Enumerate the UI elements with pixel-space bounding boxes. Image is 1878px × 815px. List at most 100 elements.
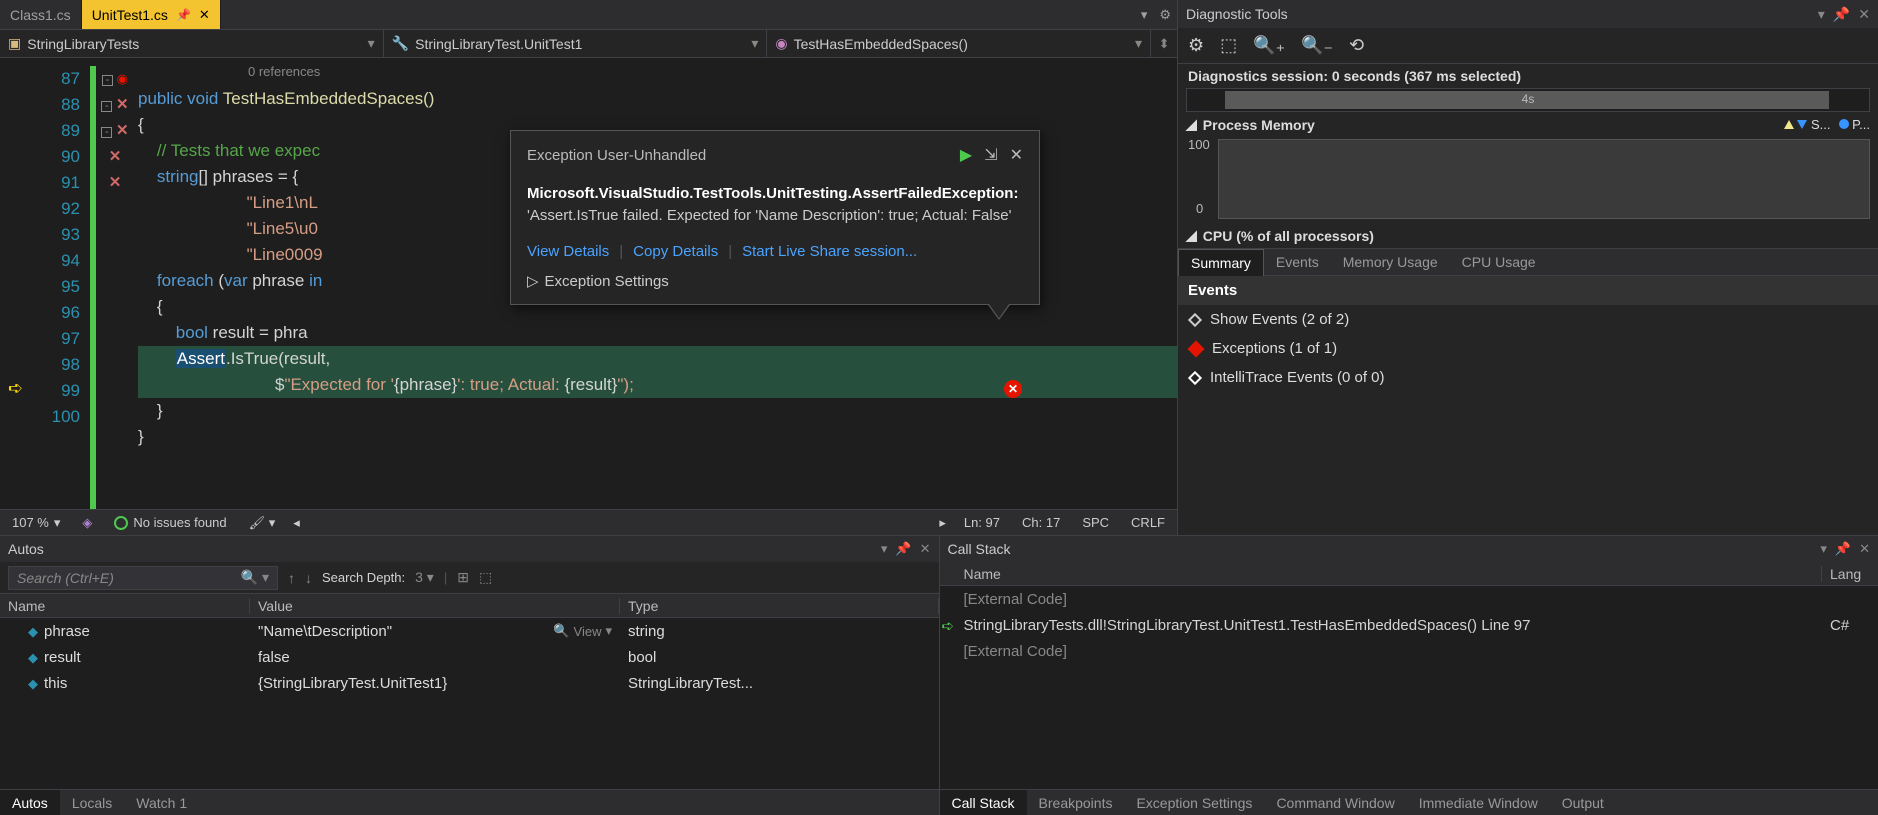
tab-breakpoints[interactable]: Breakpoints — [1027, 790, 1125, 815]
live-share-link[interactable]: Start Live Share session... — [742, 243, 917, 260]
pin-icon[interactable]: 📌 — [895, 541, 911, 557]
nav-namespace-dropdown[interactable]: 🔧 StringLibraryTest.UnitTest1 ▾ — [384, 30, 768, 57]
events-section-header: Events — [1178, 276, 1878, 305]
select-tool-icon[interactable]: ⬚ — [1220, 35, 1237, 56]
tab-events[interactable]: Events — [1264, 249, 1331, 275]
memory-graph[interactable] — [1218, 139, 1870, 219]
view-details-link[interactable]: View Details — [527, 243, 609, 260]
nav-bar: ▣ StringLibraryTests ▾ 🔧 StringLibraryTe… — [0, 30, 1177, 58]
namespace-icon: 🔧 — [392, 35, 409, 52]
reset-zoom-icon[interactable]: ⟲ — [1349, 35, 1364, 56]
close-icon[interactable]: ✕ — [1010, 145, 1023, 165]
exceptions-row[interactable]: Exceptions (1 of 1) — [1178, 334, 1878, 363]
fold-icon[interactable]: - — [102, 75, 113, 86]
format-icon[interactable]: ⬚ — [479, 569, 492, 586]
error-icon[interactable]: ✕ — [1004, 380, 1022, 398]
autos-tab-group: Autos Locals Watch 1 — [0, 789, 939, 815]
tab-watch[interactable]: Watch 1 — [124, 790, 199, 815]
close-icon[interactable]: ✕ — [1859, 541, 1870, 557]
current-line-arrow-icon: ➪ — [8, 378, 23, 399]
events-icon — [1188, 312, 1202, 326]
tab-command-window[interactable]: Command Window — [1264, 790, 1406, 815]
tab-output[interactable]: Output — [1550, 790, 1616, 815]
nav-class-dropdown[interactable]: ▣ StringLibraryTests ▾ — [0, 30, 384, 57]
pin-icon[interactable]: 📌 — [1833, 6, 1850, 23]
table-row[interactable]: ◆this {StringLibraryTest.UnitTest1} Stri… — [0, 670, 939, 696]
editor-status-bar: 107 % ▾ ◈ No issues found 🖌 ▾ ◂ ▸ Ln: 97… — [0, 509, 1177, 535]
visualizer-button[interactable]: 🔍 View ▾ — [553, 623, 612, 640]
pin-icon[interactable]: ⇲ — [984, 145, 997, 165]
zoom-out-icon[interactable]: 🔍₋ — [1301, 35, 1333, 56]
pin-icon[interactable]: 📌 — [176, 8, 191, 22]
diagnostics-timeline[interactable]: 4s — [1186, 88, 1870, 112]
chevron-down-icon: ▾ — [1135, 35, 1142, 52]
fold-icon[interactable]: - — [101, 101, 112, 112]
variable-icon: ◆ — [28, 624, 38, 639]
tab-dropdown-icon[interactable]: ▾ — [1135, 0, 1154, 29]
tab-summary[interactable]: Summary — [1178, 249, 1264, 276]
line-ending[interactable]: CRLF — [1127, 515, 1169, 530]
stack-frame-row[interactable]: [External Code] — [940, 638, 1878, 664]
marker-margin: - ◉ - ✕ - ✕ ✕ ✕ — [96, 58, 134, 509]
tab-cpu[interactable]: CPU Usage — [1450, 249, 1548, 275]
search-depth-label: Search Depth: — [322, 570, 405, 585]
search-input[interactable]: Search (Ctrl+E)🔍 ▾ — [8, 566, 278, 590]
dropdown-icon[interactable]: ▾ — [1820, 541, 1827, 557]
exception-settings-expander[interactable]: ▷ Exception Settings — [527, 272, 1023, 290]
nav-down-icon[interactable]: ↓ — [305, 570, 312, 586]
close-icon[interactable]: ✕ — [920, 541, 931, 557]
brush-icon[interactable]: 🖌 ▾ — [245, 515, 280, 531]
indent-mode[interactable]: SPC — [1078, 515, 1113, 530]
tab-exception-settings[interactable]: Exception Settings — [1124, 790, 1264, 815]
zoom-level[interactable]: 107 % ▾ — [8, 515, 64, 531]
tab-locals[interactable]: Locals — [60, 790, 124, 815]
tab-callstack[interactable]: Call Stack — [940, 790, 1027, 815]
close-icon[interactable]: ✕ — [1858, 6, 1870, 23]
tab-immediate-window[interactable]: Immediate Window — [1407, 790, 1550, 815]
scroll-left-icon[interactable]: ◂ — [293, 515, 300, 531]
tab-label: UnitTest1.cs — [92, 7, 168, 23]
show-events-row[interactable]: Show Events (2 of 2) — [1178, 305, 1878, 334]
method-icon: ◉ — [775, 35, 787, 52]
variable-icon: ◆ — [28, 650, 38, 665]
process-memory-header[interactable]: ◢ Process Memory S... P... — [1178, 112, 1878, 137]
file-tab-unittest1[interactable]: UnitTest1.cs 📌 ✕ — [82, 0, 221, 29]
split-icon[interactable]: ⬍ — [1151, 30, 1177, 57]
table-row[interactable]: ◆phrase "Name\tDescription"🔍 View ▾ stri… — [0, 618, 939, 644]
line-indicator[interactable]: Ln: 97 — [960, 515, 1004, 530]
col-indicator[interactable]: Ch: 17 — [1018, 515, 1064, 530]
close-icon[interactable]: ✕ — [199, 7, 210, 23]
tab-autos[interactable]: Autos — [0, 790, 60, 815]
copy-details-link[interactable]: Copy Details — [633, 243, 718, 260]
expand-icon: ▷ — [527, 272, 539, 290]
chevron-down-icon: ▾ — [368, 35, 375, 52]
gear-icon[interactable]: ⚙ — [1188, 35, 1204, 56]
intellitrace-row[interactable]: IntelliTrace Events (0 of 0) — [1178, 363, 1878, 392]
table-row[interactable]: ◆result false bool — [0, 644, 939, 670]
fold-icon[interactable]: - — [101, 127, 112, 138]
tab-memory[interactable]: Memory Usage — [1331, 249, 1450, 275]
continue-icon[interactable]: ▶ — [960, 145, 972, 165]
scroll-right-icon[interactable]: ▸ — [939, 515, 946, 531]
nav-method-dropdown[interactable]: ◉ TestHasEmbeddedSpaces() ▾ — [767, 30, 1151, 57]
nav-up-icon[interactable]: ↑ — [288, 570, 295, 586]
stack-frame-row[interactable]: ➪StringLibraryTests.dll!StringLibraryTes… — [940, 612, 1878, 638]
tab-well: Class1.cs UnitTest1.cs 📌 ✕ ▾ ⚙ — [0, 0, 1177, 30]
autos-header: Autos ▾📌✕ — [0, 536, 939, 562]
zoom-in-icon[interactable]: 🔍₊ — [1253, 35, 1285, 56]
pin-icon[interactable]: 📌 — [1835, 541, 1851, 557]
dropdown-icon[interactable]: ▾ — [881, 541, 888, 557]
gear-icon[interactable]: ⚙ — [1153, 0, 1177, 29]
exception-type: Microsoft.VisualStudio.TestTools.UnitTes… — [527, 185, 1018, 202]
search-depth-dropdown[interactable]: 3 ▾ — [415, 569, 434, 586]
no-issues[interactable]: No issues found — [110, 515, 230, 530]
search-icon: 🔍 ▾ — [241, 569, 269, 586]
references-hint[interactable]: 0 references — [138, 64, 1177, 86]
stack-frame-row[interactable]: [External Code] — [940, 586, 1878, 612]
file-tab-class1[interactable]: Class1.cs — [0, 0, 82, 29]
filter-icon[interactable]: ⊞ — [457, 569, 469, 586]
health-icon[interactable]: ◈ — [78, 515, 96, 531]
autos-table-header: Name Value Type — [0, 594, 939, 618]
cpu-header[interactable]: ◢ CPU (% of all processors) — [1178, 223, 1878, 248]
dropdown-icon[interactable]: ▾ — [1818, 6, 1825, 23]
